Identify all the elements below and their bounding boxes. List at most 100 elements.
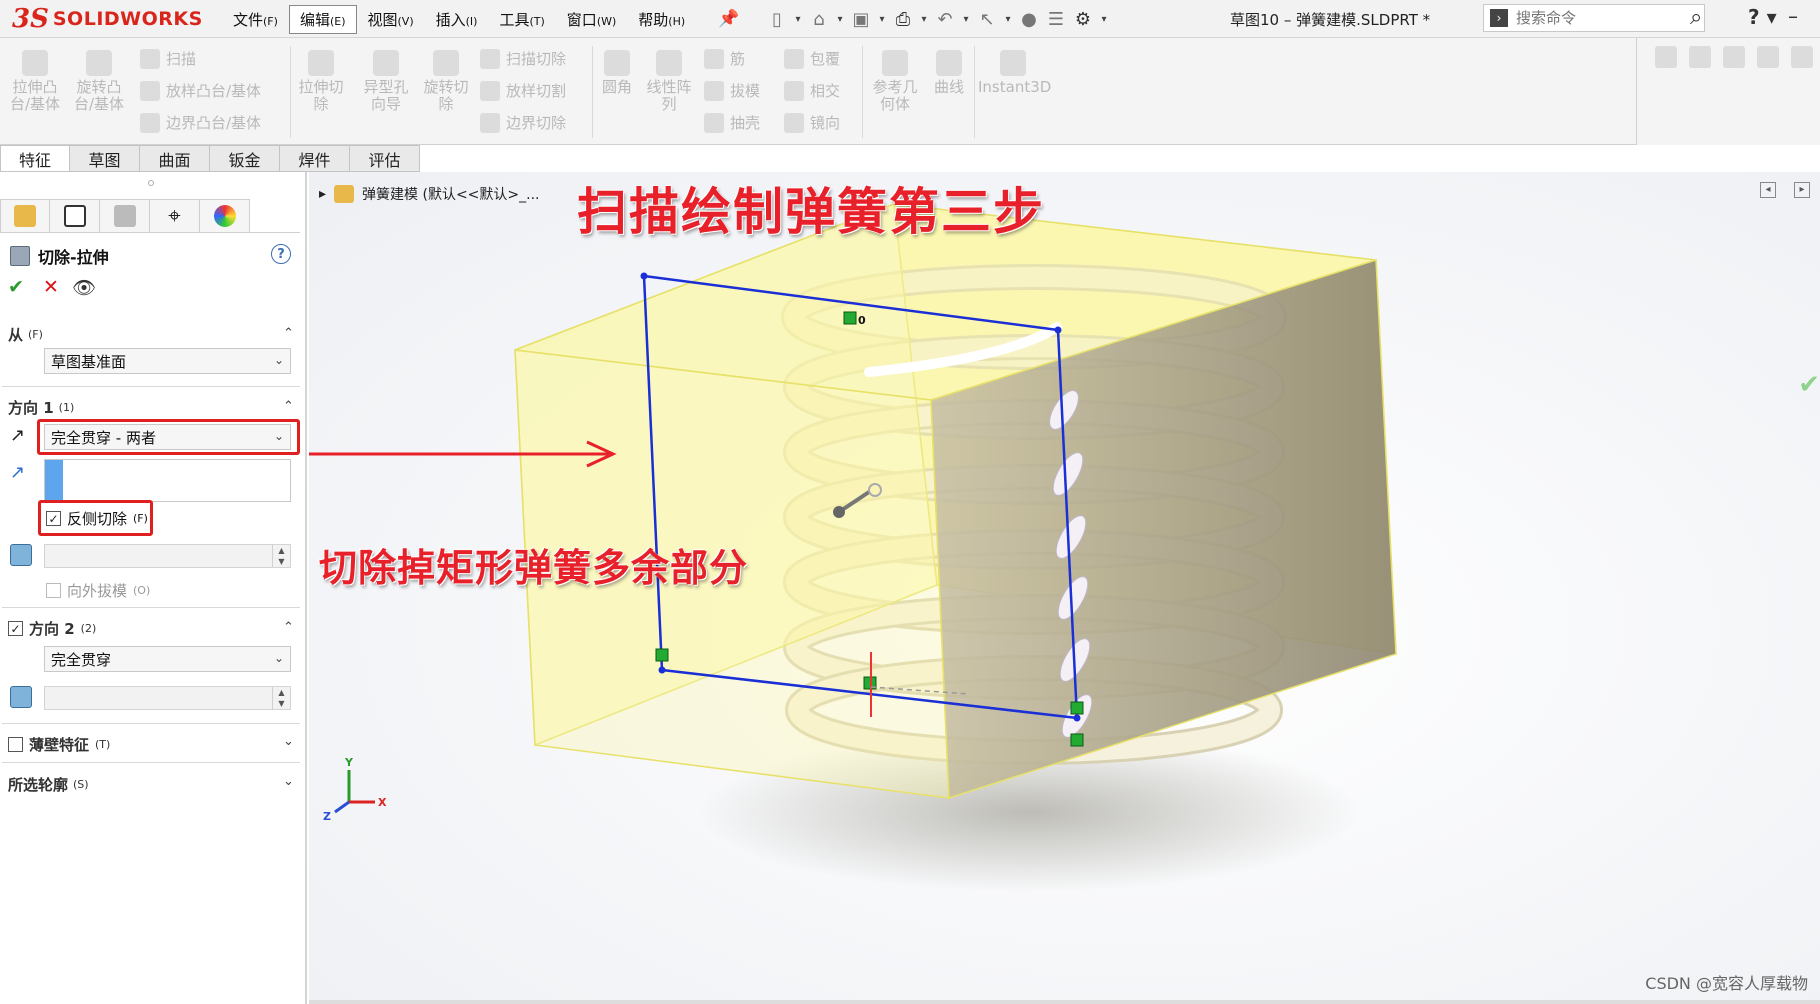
tab-feature-manager[interactable] xyxy=(0,199,50,233)
draft-angle-spinner[interactable]: ▲ ▼ xyxy=(44,544,291,568)
linear-pattern-button[interactable]: 线性阵 列 xyxy=(644,50,694,113)
draft-button[interactable]: 拔模 xyxy=(704,80,760,101)
options-gear-icon[interactable]: ⚙ xyxy=(1071,7,1095,31)
sketch-vertex[interactable] xyxy=(640,272,648,280)
confirmation-corner-check-icon[interactable]: ✔ xyxy=(1798,370,1820,400)
file-properties-icon[interactable]: ☰ xyxy=(1044,7,1068,31)
pin-icon[interactable]: 📌 xyxy=(718,9,739,29)
save-caret-icon[interactable]: ▾ xyxy=(876,7,888,31)
sketch-vertex[interactable] xyxy=(658,666,666,674)
chevron-up-icon[interactable]: ⌃ xyxy=(283,620,294,635)
new-caret-icon[interactable]: ▾ xyxy=(792,7,804,31)
fillet-button[interactable]: 圆角 xyxy=(596,50,638,96)
menu-tools[interactable]: 工具(T) xyxy=(488,5,555,34)
horizontal-scrollbar[interactable] xyxy=(309,1000,1820,1004)
section-selected-contours-header[interactable]: 所选轮廓 (S) xyxy=(8,774,89,795)
mirror-button[interactable]: 镜向 xyxy=(784,112,840,133)
revolve-cut-button[interactable]: 旋转切 除 xyxy=(420,50,472,113)
boundary-cut-button[interactable]: 边界切除 xyxy=(480,112,566,133)
chevron-up-icon[interactable]: ⌃ xyxy=(283,399,294,414)
tab-weldments[interactable]: 焊件 xyxy=(280,145,350,172)
wrap-button[interactable]: 包覆 xyxy=(784,48,840,69)
section-direction1-header[interactable]: 方向 1 (1) xyxy=(8,397,74,418)
menu-help[interactable]: 帮助(H) xyxy=(627,5,696,34)
direction2-end-condition-dropdown[interactable]: 完全贯穿 ⌄ xyxy=(44,646,291,672)
tab-sketch[interactable]: 草图 xyxy=(70,145,140,172)
chevron-down-icon[interactable]: ⌄ xyxy=(283,734,294,749)
search-commands[interactable]: › xyxy=(1483,4,1705,32)
boundary-boss-button[interactable]: 边界凸台/基体 xyxy=(140,112,261,133)
spell-check-icon[interactable] xyxy=(1655,46,1677,68)
draft-toggle-icon[interactable] xyxy=(10,686,32,708)
spinner-arrows-icon[interactable]: ▲ ▼ xyxy=(272,687,290,709)
tab-dimxpert[interactable]: ⌖ xyxy=(150,199,200,233)
loft-cut-button[interactable]: 放样切割 xyxy=(480,80,566,101)
open-caret-icon[interactable]: ▾ xyxy=(834,7,846,31)
chevron-down-icon[interactable]: ⌄ xyxy=(283,774,294,789)
collapse-left-icon[interactable]: ◂ xyxy=(1760,182,1776,198)
panel-grip[interactable] xyxy=(148,180,154,186)
direction-selection-box[interactable] xyxy=(44,459,291,502)
select-caret-icon[interactable]: ▾ xyxy=(1002,7,1014,31)
section-from-header[interactable]: 从 (F) xyxy=(8,324,43,345)
reverse-direction-icon[interactable]: ↗ xyxy=(10,425,32,447)
relation-marker[interactable] xyxy=(1070,701,1084,715)
hole-wizard-button[interactable]: 异型孔 向导 xyxy=(358,50,414,113)
new-document-icon[interactable]: ▯ xyxy=(765,7,789,31)
sweep-button[interactable]: 扫描 xyxy=(140,48,196,69)
direction2-draft-spinner[interactable]: ▲ ▼ xyxy=(44,686,291,710)
sketch-vertex[interactable] xyxy=(1073,714,1081,722)
search-icon[interactable]: ⌕ xyxy=(1690,5,1702,30)
intersect-button[interactable]: 相交 xyxy=(784,80,840,101)
save-icon[interactable]: ▣ xyxy=(849,7,873,31)
undo-caret-icon[interactable]: ▾ xyxy=(960,7,972,31)
reference-geometry-button[interactable]: 参考几 何体 xyxy=(868,50,922,113)
open-folder-icon[interactable]: ⌂ xyxy=(807,7,831,31)
cancel-x-button[interactable]: ✕ xyxy=(43,276,59,298)
search-input[interactable] xyxy=(1516,9,1666,27)
sweep-cut-button[interactable]: 扫描切除 xyxy=(480,48,566,69)
ok-check-button[interactable]: ✔ xyxy=(8,276,24,298)
instant3d-button[interactable]: Instant3D xyxy=(978,50,1051,96)
menu-insert[interactable]: 插入(I) xyxy=(425,5,489,34)
sketch-tool-icon[interactable] xyxy=(1757,46,1779,68)
chevron-up-icon[interactable]: ⌃ xyxy=(283,326,294,341)
rib-button[interactable]: 筋 xyxy=(704,48,745,69)
spinner-arrows-icon[interactable]: ▲ ▼ xyxy=(272,545,290,567)
rebuild-icon[interactable]: ● xyxy=(1017,7,1041,31)
revolve-boss-button[interactable]: 旋转凸 台/基体 xyxy=(74,50,124,113)
select-arrow-icon[interactable]: ↖ xyxy=(975,7,999,31)
balance-icon[interactable] xyxy=(1723,46,1745,68)
tab-sheet-metal[interactable]: 钣金 xyxy=(210,145,280,172)
options-caret-icon[interactable]: ▾ xyxy=(1098,7,1110,31)
tab-configuration-manager[interactable] xyxy=(100,199,150,233)
help-circle-icon[interactable]: ? xyxy=(271,244,291,264)
tab-features[interactable]: 特征 xyxy=(0,145,70,172)
relation-marker[interactable] xyxy=(655,648,669,662)
tab-surfaces[interactable]: 曲面 xyxy=(140,145,210,172)
solidworks-logo[interactable]: 3S SOLIDWORKS xyxy=(12,0,202,38)
relation-marker[interactable] xyxy=(1070,733,1084,747)
print-icon[interactable]: ⎙ xyxy=(891,7,915,31)
help-icon[interactable]: ? ▾ xyxy=(1748,5,1777,29)
curves-button[interactable]: 曲线 xyxy=(928,50,970,96)
loft-boss-button[interactable]: 放样凸台/基体 xyxy=(140,80,261,101)
extrude-boss-button[interactable]: 拉伸凸 台/基体 xyxy=(10,50,60,113)
preview-eye-icon[interactable]: 👁 xyxy=(72,276,96,299)
undo-icon[interactable]: ↶ xyxy=(933,7,957,31)
minimize-icon[interactable]: – xyxy=(1788,4,1798,28)
menu-edit[interactable]: 编辑(E) xyxy=(288,4,357,34)
find-icon[interactable] xyxy=(1689,46,1711,68)
relation-marker[interactable] xyxy=(843,311,857,325)
draft-toggle-icon[interactable] xyxy=(10,544,32,566)
shell-button[interactable]: 抽壳 xyxy=(704,112,760,133)
angle-tool-icon[interactable] xyxy=(1791,46,1813,68)
menu-window[interactable]: 窗口(W) xyxy=(556,5,627,34)
menu-view[interactable]: 视图(V) xyxy=(357,5,425,34)
feature-tree-flyout[interactable]: ▸ 弹簧建模 (默认<<默认>_... xyxy=(319,184,540,204)
from-dropdown[interactable]: 草图基准面 ⌄ xyxy=(44,348,291,374)
direction2-checkbox[interactable]: ✓ 方向 2 (2) xyxy=(8,618,96,639)
menu-file[interactable]: 文件(F) xyxy=(222,5,289,34)
print-caret-icon[interactable]: ▾ xyxy=(918,7,930,31)
tab-display-manager[interactable] xyxy=(200,199,250,233)
